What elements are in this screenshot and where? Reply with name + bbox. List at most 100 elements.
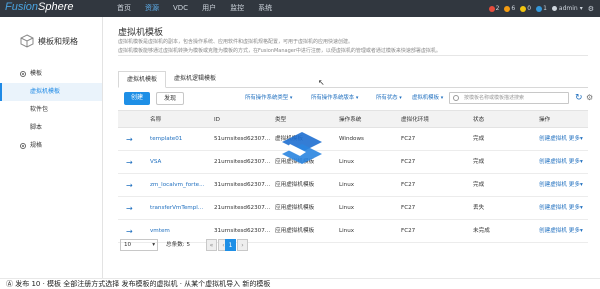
- chevron-down-icon: ▾: [579, 136, 583, 142]
- sidebar: 模板和规格 模板 虚拟机模板 软件包 脚本 规格: [0, 17, 103, 289]
- alarm-counter[interactable]: 2: [488, 5, 500, 12]
- sidebar-section-template[interactable]: 模板: [0, 65, 102, 83]
- alarm-icon: [536, 5, 543, 12]
- create-vm-link[interactable]: 创建虚拟机: [539, 205, 567, 211]
- chevron-down-icon: ▾: [579, 205, 583, 211]
- nav-item[interactable]: 用户: [197, 0, 221, 17]
- sidebar-header: 模板和规格: [0, 17, 102, 65]
- first-page-button[interactable]: «: [206, 239, 217, 251]
- os-type-filter[interactable]: 所有操作系统类型 ▾: [245, 92, 292, 105]
- table-row[interactable]: →template0151urnsitesd62307...虚拟机模板Windo…: [118, 128, 588, 151]
- cell-name[interactable]: VSA: [150, 151, 208, 174]
- table-row[interactable]: → VSA 21urnsitesd62307... 应用虚拟机模板 Linux FC27 完…: [118, 151, 588, 174]
- column-header: 操作系统: [339, 117, 362, 123]
- app-logo: FusionSphere: [5, 1, 74, 13]
- page-title: 虚拟机模板: [118, 28, 164, 38]
- discover-button[interactable]: 发现: [156, 92, 185, 105]
- gear-icon[interactable]: ⚙: [588, 5, 594, 13]
- nav-item[interactable]: 首页: [112, 0, 136, 17]
- alarm-count: 0: [527, 5, 532, 12]
- chevron-down-icon: ▾: [399, 95, 402, 101]
- filter-label: 虚拟机模板: [412, 95, 439, 101]
- page-description-2: 虚拟机模板能够通过虚拟机转换为模板或克隆为模板的方式，在FusionManage…: [118, 48, 441, 54]
- chevron-down-icon: ▾: [579, 182, 583, 188]
- cell-actions: 创建虚拟机 更多▾: [539, 128, 589, 151]
- create-vm-link[interactable]: 创建虚拟机: [539, 182, 567, 188]
- sidebar-item[interactable]: 虚拟机模板: [0, 83, 102, 101]
- cell-actions: 创建虚拟机 更多▾: [539, 174, 589, 197]
- table-header: 名称 ID 类型 操作系统 虚拟化环境 状态 操作: [118, 110, 588, 128]
- column-header: 虚拟化环境: [401, 117, 429, 123]
- status-filter[interactable]: 所有状态 ▾: [376, 92, 402, 105]
- chevron-down-icon: ▾: [152, 242, 155, 248]
- sidebar-title: 模板和规格: [38, 36, 78, 46]
- template-type-filter[interactable]: 虚拟机模板 ▾: [412, 92, 443, 105]
- column-header: [126, 111, 146, 129]
- next-page-button[interactable]: ›: [237, 239, 248, 251]
- cell-status: 完成: [473, 159, 485, 165]
- top-bar: FusionSphere 首页 资源 VDC 用户 监控 系统 2 6 0 1 admin ▾ …: [0, 0, 600, 17]
- nav-item[interactable]: VDC: [168, 0, 193, 17]
- chevron-down-icon: ▾: [579, 159, 583, 165]
- search-input[interactable]: 按模板名称或模板描述搜索: [449, 92, 569, 104]
- divider: [118, 55, 588, 56]
- nav-item[interactable]: 监控: [225, 0, 249, 17]
- alarm-count: 6: [511, 5, 516, 12]
- arrow-right-icon[interactable]: →: [126, 151, 146, 174]
- chevron-down-icon: ▾: [440, 95, 444, 101]
- column-header: 名称: [150, 117, 162, 123]
- create-button[interactable]: 创建: [124, 92, 151, 105]
- alarm-counter[interactable]: 0: [520, 5, 531, 12]
- more-menu-link[interactable]: 更多: [569, 136, 580, 142]
- filter-label: 所有状态: [376, 95, 398, 101]
- user-menu[interactable]: admin ▾: [551, 5, 583, 12]
- alarm-counter[interactable]: 6: [504, 5, 515, 12]
- cell-id: 21urnsitesd62307...: [214, 205, 271, 211]
- bottom-caption: Ⓐ 发布 10 · 模板 全部注册方式选择 发布模板的虚拟机 · 从某个虚拟机导…: [0, 278, 600, 289]
- sidebar-item[interactable]: 脚本: [0, 119, 102, 137]
- nav-item[interactable]: 系统: [253, 0, 277, 17]
- top-right-area: 2 6 0 1 admin ▾ ⚙: [488, 0, 594, 17]
- alarm-icon: [488, 5, 495, 12]
- search-icon: [453, 95, 459, 101]
- sidebar-item[interactable]: 软件包: [0, 101, 102, 119]
- refresh-icon[interactable]: ↻: [575, 92, 583, 104]
- cell-name[interactable]: transferVmTempl...: [150, 197, 208, 220]
- column-header: 状态: [473, 117, 485, 123]
- pagination: 10 ▾ 总条数: 5 « ‹ 1 ›: [118, 239, 588, 251]
- page-description-1: 虚拟机模板是虚拟机的副本，包含操作系统、应用软件和虚拟机规格配置，可用于虚拟机的…: [118, 39, 354, 45]
- tab[interactable]: 虚拟机逻辑模板: [166, 71, 224, 88]
- alarm-counter[interactable]: 1: [536, 5, 547, 12]
- create-vm-link[interactable]: 创建虚拟机: [539, 136, 567, 142]
- more-menu-link[interactable]: 更多: [569, 182, 580, 188]
- gear-icon[interactable]: ⚙: [586, 92, 593, 104]
- more-menu-link[interactable]: 更多: [569, 159, 580, 165]
- alarm-count: 2: [495, 5, 500, 12]
- sidebar-section-spec[interactable]: 规格: [0, 137, 102, 155]
- filter-label: 所有操作系统版本: [311, 95, 355, 101]
- user-icon: [551, 6, 557, 11]
- main-nav: 首页 资源 VDC 用户 监控 系统: [112, 0, 281, 17]
- table-row[interactable]: → zm_localvm_forte... 31urnsitesd62307... 应…: [118, 174, 588, 197]
- cell-name[interactable]: template01: [150, 128, 208, 151]
- more-menu-link[interactable]: 更多: [569, 205, 580, 211]
- nav-item[interactable]: 资源: [140, 0, 164, 17]
- toolbar: 创建 发现 所有操作系统类型 ▾ 所有操作系统版本 ▾ 所有状态 ▾ 虚拟机模板…: [118, 92, 593, 106]
- cell-status: 完成: [473, 182, 485, 188]
- cell-name[interactable]: zm_localvm_forte...: [150, 174, 208, 197]
- current-page[interactable]: 1: [225, 239, 236, 251]
- column-header: 操作: [539, 117, 551, 123]
- arrow-right-icon[interactable]: →: [126, 174, 146, 197]
- os-version-filter[interactable]: 所有操作系统版本 ▾: [311, 92, 358, 105]
- table-row[interactable]: → transferVmTempl... 21urnsitesd62307... 应用…: [118, 197, 588, 220]
- cell-os: Linux: [339, 182, 355, 188]
- create-vm-link[interactable]: 创建虚拟机: [539, 228, 567, 234]
- chevron-down-icon: ▾: [289, 95, 293, 101]
- arrow-right-icon[interactable]: →: [126, 128, 146, 151]
- tab[interactable]: 虚拟机模板: [118, 71, 167, 88]
- more-menu-link[interactable]: 更多: [569, 228, 580, 234]
- cell-status: 丢失: [473, 205, 485, 211]
- create-vm-link[interactable]: 创建虚拟机: [539, 159, 567, 165]
- page-size-select[interactable]: 10 ▾: [120, 239, 158, 251]
- arrow-right-icon[interactable]: →: [126, 197, 146, 220]
